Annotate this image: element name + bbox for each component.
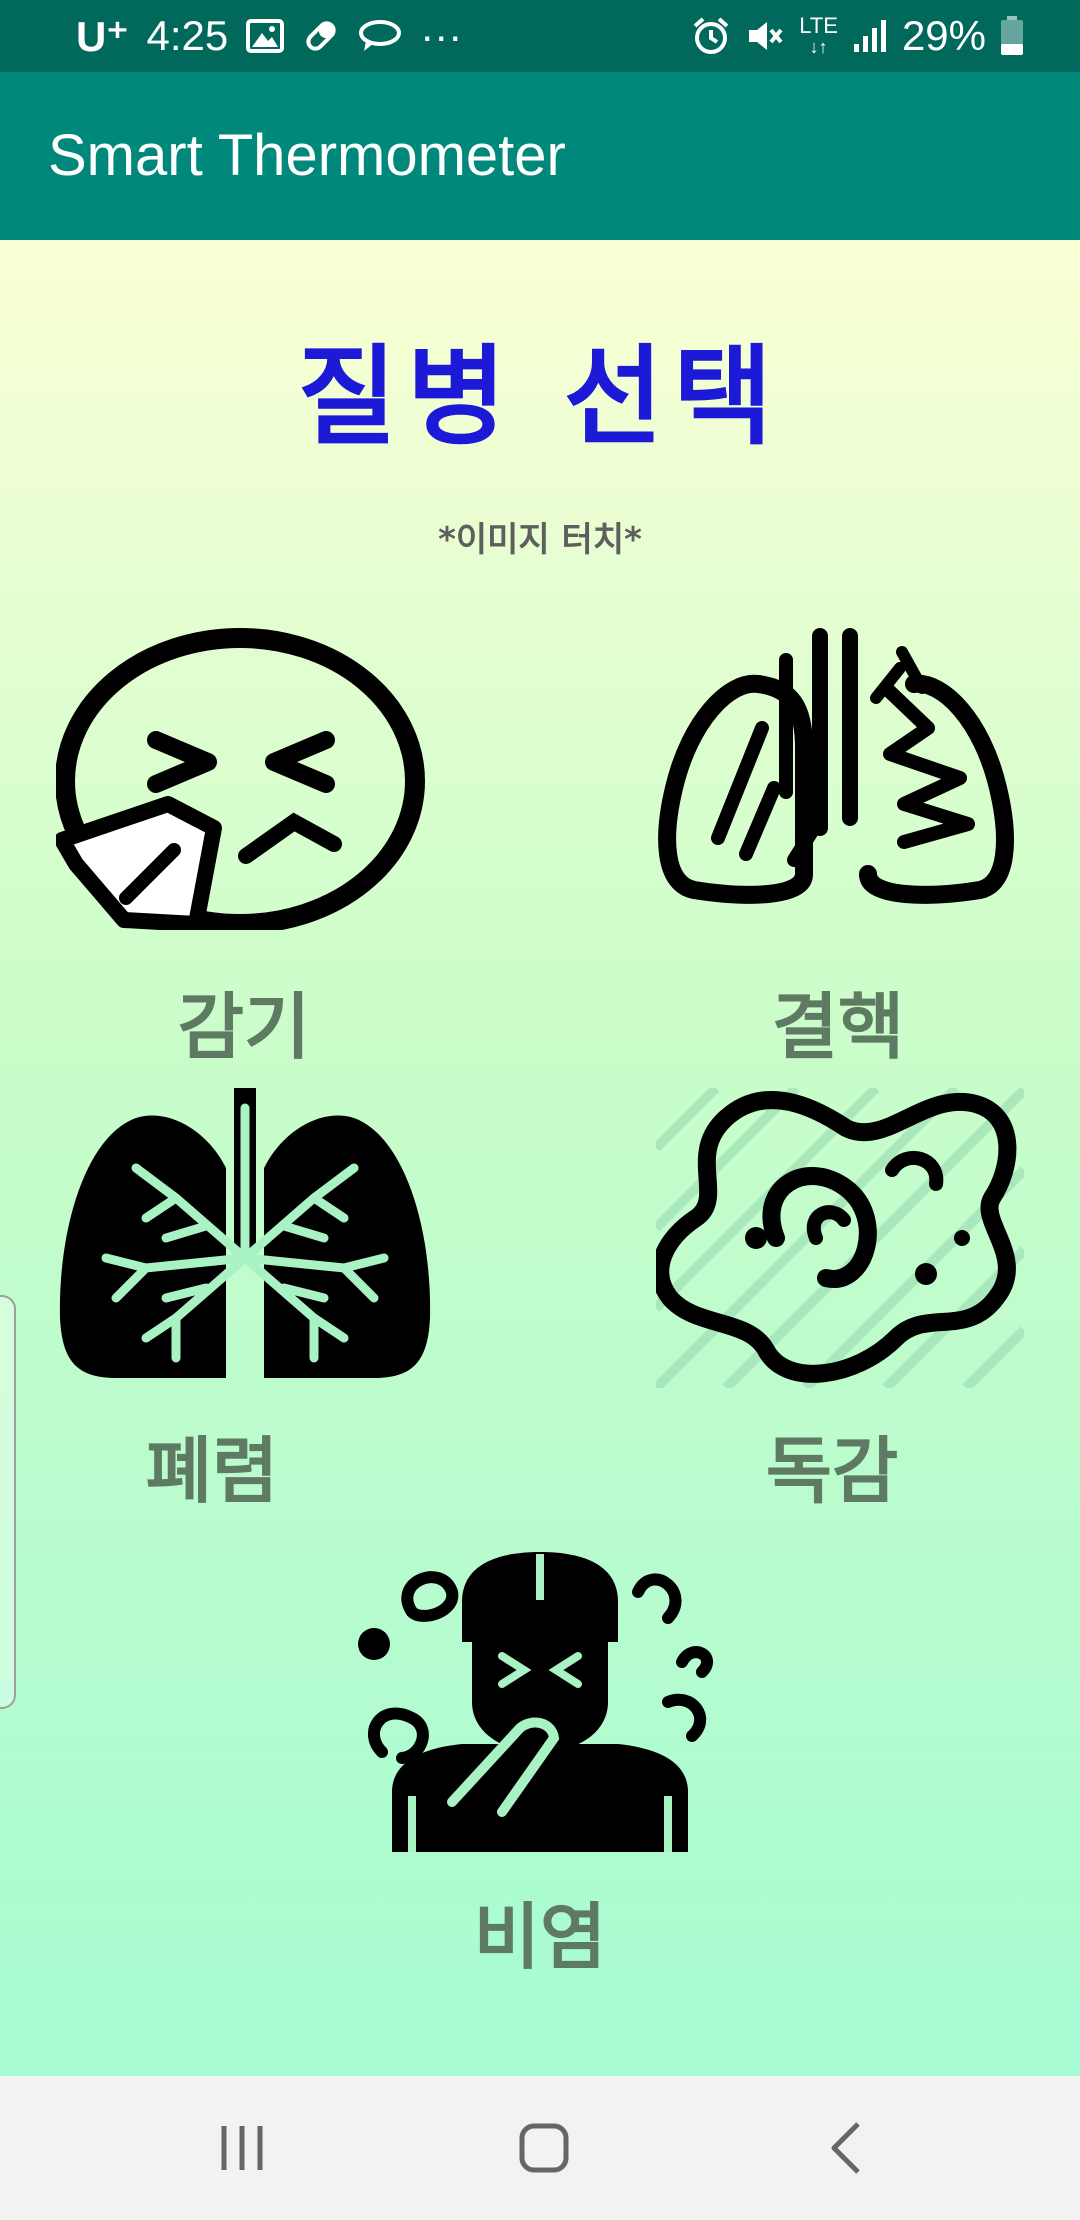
recent-apps-icon[interactable] — [202, 2116, 282, 2180]
lungs-icon — [56, 1088, 434, 1388]
mute-icon — [745, 16, 785, 56]
battery-icon — [1000, 16, 1024, 56]
sneezing-person-icon — [352, 1552, 728, 1852]
disease-label-flu: 독감 — [765, 1429, 899, 1513]
lte-icon: LTE ↓↑ — [799, 12, 838, 57]
navigation-bar — [0, 2076, 1080, 2220]
lte-label: LTE — [799, 12, 838, 38]
disease-cold-button[interactable]: 감기 — [56, 628, 432, 1069]
disease-flu-button[interactable]: 독감 — [656, 1088, 1024, 1513]
carrier-label: U⁺ — [76, 12, 129, 60]
disease-tb-button[interactable]: 결핵 — [654, 628, 1026, 1069]
more-notifications: ··· — [420, 12, 463, 59]
disease-label-rhinitis: 비염 — [473, 1895, 607, 1979]
disease-label-tb: 결핵 — [771, 985, 905, 1069]
virus-icon — [656, 1088, 1024, 1388]
app-title: Smart Thermometer — [48, 123, 566, 188]
disease-rhinitis-button[interactable]: 비염 — [352, 1552, 728, 1979]
chat-icon — [358, 19, 402, 53]
alarm-icon — [691, 16, 731, 56]
edge-panel-handle[interactable] — [0, 1295, 16, 1709]
pill-icon — [302, 17, 340, 55]
disease-label-pneumonia: 폐렴 — [145, 1429, 279, 1513]
sneezing-face-icon — [56, 628, 432, 930]
status-bar: U⁺ 4:25 ··· LTE ↓↑ 29% — [0, 0, 1080, 72]
home-icon[interactable] — [504, 2116, 584, 2180]
disease-pneumonia-button[interactable]: 폐렴 — [56, 1088, 434, 1513]
content-area: 질병 선택 *이미지 터치* 감기 결핵 폐렴 독감 비염 — [0, 240, 1080, 2076]
back-icon[interactable] — [806, 2116, 886, 2180]
disease-label-cold: 감기 — [177, 985, 311, 1069]
clock: 4:25 — [146, 12, 229, 59]
touch-hint: *이미지 터치* — [438, 520, 642, 560]
signal-icon — [852, 18, 888, 54]
damaged-lungs-icon — [654, 628, 1026, 908]
app-bar: Smart Thermometer — [0, 72, 1080, 240]
battery-label: 29% — [901, 12, 986, 59]
image-icon — [246, 19, 285, 53]
page-title: 질병 선택 — [297, 335, 783, 460]
